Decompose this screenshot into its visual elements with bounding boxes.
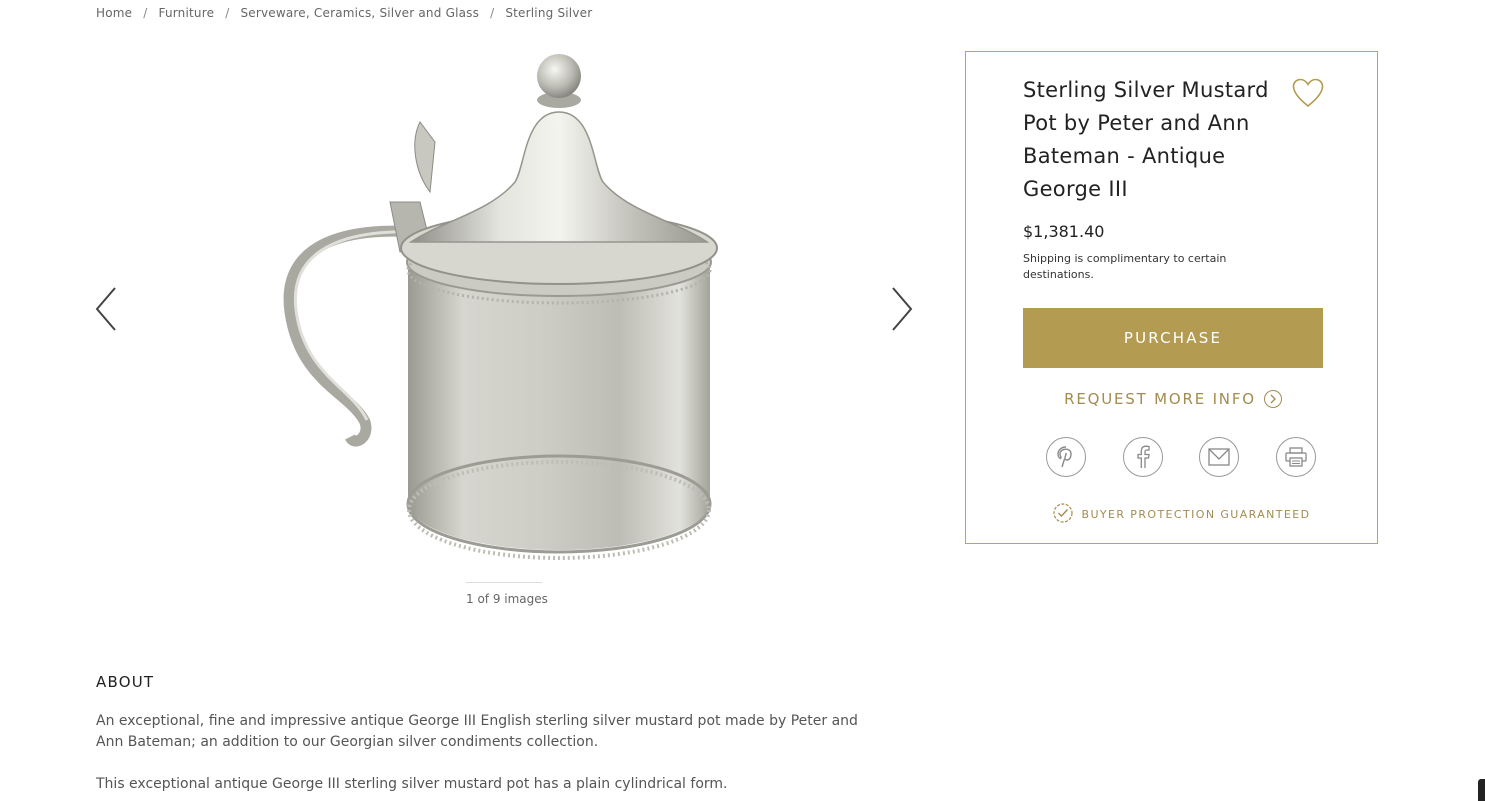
breadcrumb-separator: / [143,6,148,20]
heart-icon [1292,78,1324,108]
share-pinterest-button[interactable] [1046,437,1086,477]
purchase-panel: Sterling Silver Mustard Pot by Peter and… [965,51,1378,544]
breadcrumb-furniture[interactable]: Furniture [159,6,215,20]
about-heading: ABOUT [96,673,155,691]
breadcrumb-separator: / [225,6,230,20]
check-badge-icon [1052,502,1074,527]
buyer-protection: BUYER PROTECTION GUARANTEED [1036,502,1326,527]
breadcrumb-sterling-silver[interactable]: Sterling Silver [505,6,592,20]
product-image[interactable] [270,52,730,572]
request-more-info-label: REQUEST MORE INFO [1064,390,1256,408]
product-page: Home / Furniture / Serveware, Ceramics, … [0,0,1485,801]
buyer-protection-label: BUYER PROTECTION GUARANTEED [1081,508,1311,521]
favorite-button[interactable] [1292,78,1324,108]
print-icon [1285,447,1307,467]
about-paragraph: An exceptional, fine and impressive anti… [96,713,858,750]
product-title: Sterling Silver Mustard Pot by Peter and… [1023,78,1269,201]
share-facebook-button[interactable] [1122,437,1163,477]
share-buttons [1046,437,1316,477]
email-icon [1208,448,1230,466]
product-price: $1,381.40 [1023,222,1105,241]
share-print-button[interactable] [1275,437,1316,477]
scroll-edge-widget[interactable] [1478,779,1485,801]
next-image-button[interactable] [890,287,914,331]
about-paragraph: This exceptional antique George III ster… [96,776,728,792]
chevron-right-icon [892,287,913,331]
facebook-icon [1137,445,1150,468]
shipping-note: Shipping is complimentary to certain des… [1023,252,1227,281]
pinterest-icon [1057,446,1072,468]
breadcrumb-home[interactable]: Home [96,6,132,20]
breadcrumb-serveware[interactable]: Serveware, Ceramics, Silver and Glass [240,6,479,20]
chevron-right-circle-icon [1263,390,1282,408]
breadcrumb: Home / Furniture / Serveware, Ceramics, … [96,6,592,20]
breadcrumb-separator: / [490,6,495,20]
chevron-left-icon [95,287,116,331]
request-more-info-link[interactable]: REQUEST MORE INFO [1023,390,1323,408]
image-counter: 1 of 9 images [466,582,548,606]
mustard-pot-image [283,54,718,560]
share-email-button[interactable] [1199,437,1240,477]
previous-image-button[interactable] [94,287,118,331]
purchase-button[interactable]: PURCHASE [1023,308,1323,368]
